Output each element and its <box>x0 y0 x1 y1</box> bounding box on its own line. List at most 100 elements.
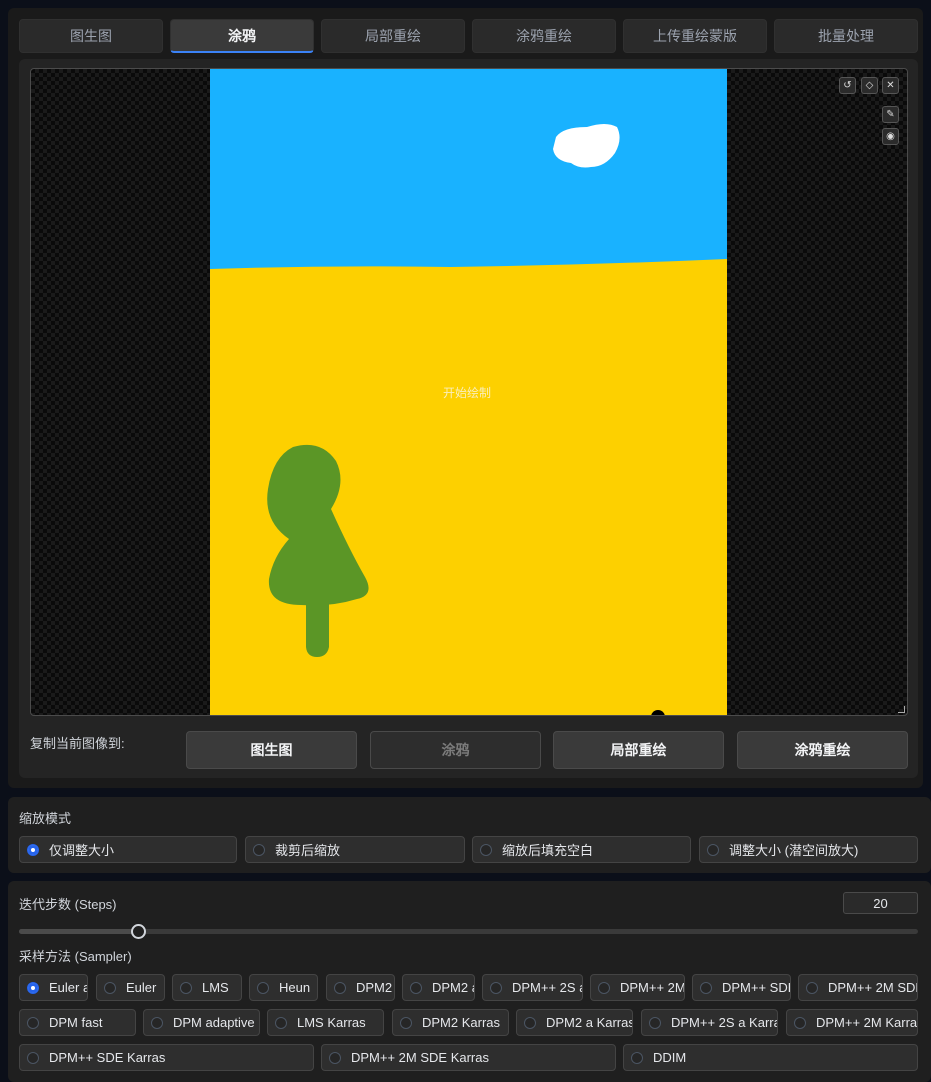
radio-dot <box>275 1016 287 1029</box>
undo-icon[interactable]: ↺ <box>839 77 856 94</box>
radio-dot <box>329 1051 341 1064</box>
option-label: Euler <box>126 980 157 995</box>
resize-mode-label: 缩放模式 <box>19 811 72 826</box>
radio-dot <box>524 1016 536 1029</box>
radio-dot <box>27 843 39 856</box>
resize-option[interactable]: 仅调整大小 <box>19 836 237 863</box>
sampler-option[interactable]: Euler a <box>19 974 88 1001</box>
sampler-option[interactable]: DPM++ 2M Karras <box>786 1009 918 1036</box>
option-label: DPM++ 2M SDE Karras <box>351 1050 489 1065</box>
resize-option[interactable]: 调整大小 (潜空间放大) <box>699 836 918 863</box>
sampler-option[interactable]: DDIM <box>623 1044 918 1071</box>
option-label: DPM++ 2S a <box>512 980 583 995</box>
radio-dot <box>27 981 39 994</box>
radio-dot <box>253 843 265 856</box>
brush-icon[interactable]: ✎ <box>882 106 899 123</box>
sampler-option[interactable]: DPM2 a Karras <box>516 1009 633 1036</box>
tree-trunk <box>306 599 329 657</box>
option-label: 缩放后填充空白 <box>502 843 594 858</box>
option-label: Heun <box>279 980 311 995</box>
sampler-option[interactable]: DPM++ 2M SDE <box>798 974 918 1001</box>
option-label: 仅调整大小 <box>49 843 115 858</box>
tab-img2img[interactable]: 图生图 <box>19 19 163 53</box>
radio-dot <box>598 981 610 994</box>
resize-handle-icon[interactable] <box>898 706 905 713</box>
radio-dot <box>649 1016 661 1029</box>
sampler-option[interactable]: Euler <box>96 974 165 1001</box>
canvas-hint: 开始绘制 <box>443 386 492 400</box>
close-icon[interactable]: ✕ <box>882 77 899 94</box>
radio-dot <box>700 981 712 994</box>
option-label: DPM++ 2S a Karras <box>671 1015 778 1030</box>
sampler-option[interactable]: Heun <box>249 974 318 1001</box>
steps-number-input[interactable]: 20 <box>843 892 918 914</box>
sampler-option[interactable]: DPM2 a <box>402 974 475 1001</box>
radio-dot <box>257 981 269 994</box>
radio-dot <box>27 1051 39 1064</box>
copy-to-sketch-button[interactable]: 涂鸦 <box>370 731 541 769</box>
sampler-option[interactable]: DPM2 Karras <box>392 1009 509 1036</box>
option-label: DPM fast <box>49 1015 103 1030</box>
radio-dot <box>631 1051 643 1064</box>
steps-slider-thumb[interactable] <box>131 924 147 939</box>
steps-label: 迭代步数 (Steps) <box>19 897 117 912</box>
radio-dot <box>334 981 346 994</box>
copy-to-img2img-button[interactable]: 图生图 <box>186 731 357 769</box>
sampler-option[interactable]: DPM++ 2M <box>590 974 685 1001</box>
option-label: LMS Karras <box>297 1015 366 1030</box>
radio-dot <box>180 981 192 994</box>
copy-to-inpaint-button[interactable]: 局部重绘 <box>553 731 724 769</box>
tab-inpaint[interactable]: 局部重绘 <box>321 19 465 53</box>
option-label: DPM2 a <box>432 980 475 995</box>
steps-slider-track[interactable] <box>19 929 918 934</box>
option-label: DPM++ 2M SDE <box>828 980 918 995</box>
sampler-option[interactable]: DPM++ 2S a Karras <box>641 1009 778 1036</box>
option-label: DPM2 <box>356 980 393 995</box>
sampler-option[interactable]: DPM fast <box>19 1009 136 1036</box>
eraser-icon[interactable]: ◇ <box>861 77 878 94</box>
radio-dot <box>151 1016 163 1029</box>
radio-dot <box>806 981 818 994</box>
option-label: Euler a <box>49 980 88 995</box>
sampler-option[interactable]: DPM++ SDE <box>692 974 791 1001</box>
color-palette-icon[interactable]: ◉ <box>882 128 899 145</box>
sampler-option[interactable]: DPM++ SDE Karras <box>19 1044 314 1071</box>
radio-dot <box>410 981 422 994</box>
option-label: DPM2 Karras <box>422 1015 501 1030</box>
option-label: DPM++ 2M Karras <box>816 1015 918 1030</box>
option-label: DPM++ 2M <box>620 980 685 995</box>
option-label: 调整大小 (潜空间放大) <box>729 843 859 858</box>
sampler-option[interactable]: DPM++ 2S a <box>482 974 583 1001</box>
resize-option[interactable]: 裁剪后缩放 <box>245 836 465 863</box>
option-label: DPM++ SDE <box>722 980 791 995</box>
radio-dot <box>400 1016 412 1029</box>
radio-dot <box>707 843 719 856</box>
sky-fill <box>210 69 727 274</box>
option-label: DPM adaptive <box>173 1015 255 1030</box>
tab-inpaint-upload[interactable]: 上传重绘蒙版 <box>623 19 767 53</box>
sampler-label: 采样方法 (Sampler) <box>19 949 132 964</box>
tab-sketch[interactable]: 涂鸦 <box>170 19 314 53</box>
option-label: LMS <box>202 980 229 995</box>
option-label: DPM++ SDE Karras <box>49 1050 166 1065</box>
radio-dot <box>480 843 492 856</box>
steps-slider-fill <box>19 929 139 934</box>
radio-dot <box>794 1016 806 1029</box>
copy-to-label: 复制当前图像到: <box>30 736 125 751</box>
tab-inpaint-sketch[interactable]: 涂鸦重绘 <box>472 19 616 53</box>
copy-to-inpaint-sketch-button[interactable]: 涂鸦重绘 <box>737 731 908 769</box>
sampler-option[interactable]: DPM++ 2M SDE Karras <box>321 1044 616 1071</box>
option-label: 裁剪后缩放 <box>275 843 341 858</box>
radio-dot <box>104 981 116 994</box>
resize-option[interactable]: 缩放后填充空白 <box>472 836 691 863</box>
sampler-option[interactable]: DPM adaptive <box>143 1009 260 1036</box>
sampler-option[interactable]: LMS Karras <box>267 1009 384 1036</box>
sampler-option[interactable]: LMS <box>172 974 242 1001</box>
option-label: DPM2 a Karras <box>546 1015 633 1030</box>
tab-batch[interactable]: 批量处理 <box>774 19 918 53</box>
radio-dot <box>27 1016 39 1029</box>
radio-dot <box>490 981 502 994</box>
sketch-canvas[interactable]: 开始绘制 ↺ ◇ ✕ ✎ ◉ <box>30 68 908 716</box>
option-label: DDIM <box>653 1050 687 1065</box>
sampler-option[interactable]: DPM2 <box>326 974 395 1001</box>
